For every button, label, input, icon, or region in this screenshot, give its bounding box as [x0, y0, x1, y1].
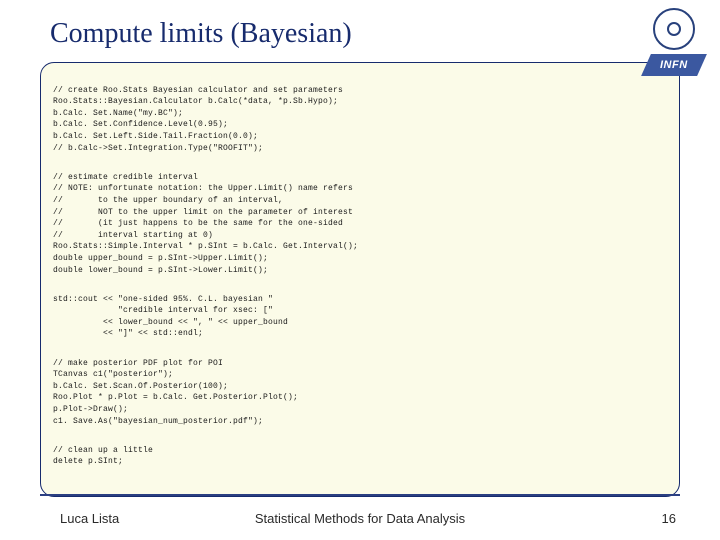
code-section-3: std::cout << "one-sided 95%. C.L. bayesi…: [53, 294, 667, 340]
code-section-5: // clean up a little delete p.SInt;: [53, 445, 667, 468]
code-section-4: // make posterior PDF plot for POI TCanv…: [53, 358, 667, 428]
slide-title: Compute limits (Bayesian): [0, 0, 720, 56]
code-section-1: // create Roo.Stats Bayesian calculator …: [53, 85, 667, 155]
footer-page: 16: [662, 511, 676, 526]
code-block: // create Roo.Stats Bayesian calculator …: [40, 62, 680, 497]
footer-rule: [40, 494, 680, 496]
logo-block: INFN: [642, 8, 706, 88]
footer: Luca Lista Statistical Methods for Data …: [0, 511, 720, 526]
seal-icon: [653, 8, 695, 50]
infn-logo: INFN: [641, 54, 707, 76]
footer-author: Luca Lista: [60, 511, 119, 526]
code-section-2: // estimate credible interval // NOTE: u…: [53, 172, 667, 276]
